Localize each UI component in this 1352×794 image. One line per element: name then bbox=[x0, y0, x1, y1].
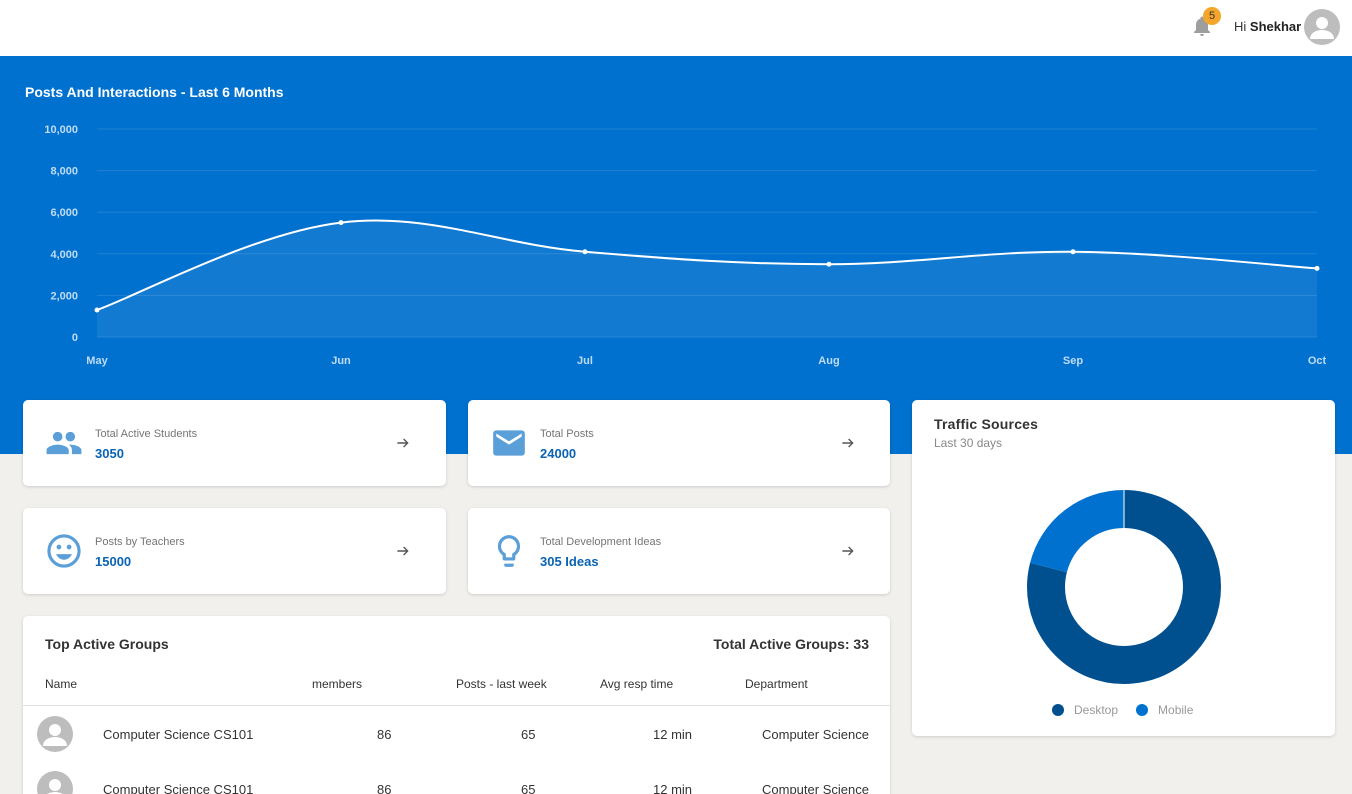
arrow-right-icon[interactable] bbox=[391, 539, 415, 563]
group-avatar bbox=[37, 771, 73, 794]
legend-label: Desktop bbox=[1074, 703, 1119, 717]
smiley-icon bbox=[47, 534, 81, 568]
legend-label: Mobile bbox=[1158, 703, 1194, 717]
groups-total-value: 33 bbox=[853, 636, 869, 652]
group-members: 86 bbox=[377, 782, 392, 794]
data-point bbox=[1314, 265, 1320, 271]
stat-label: Total Posts bbox=[540, 428, 594, 440]
data-point bbox=[1070, 249, 1076, 255]
stat-label: Total Development Ideas bbox=[540, 536, 662, 548]
user-greeting: Hi Shekhar bbox=[1234, 19, 1301, 34]
stat-label: Total Active Students bbox=[95, 428, 198, 440]
x-tick-label: Jul bbox=[577, 355, 593, 367]
traffic-subtitle: Last 30 days bbox=[934, 436, 1003, 450]
legend-swatch-desktop bbox=[1052, 704, 1064, 716]
group-resp-time: 12 min bbox=[653, 727, 693, 742]
top-bar: 5 Hi Shekhar bbox=[0, 0, 1352, 56]
y-tick-label: 4,000 bbox=[50, 249, 78, 261]
user-name: Shekhar bbox=[1249, 19, 1302, 34]
column-header-resp-time[interactable]: Avg resp time bbox=[600, 677, 673, 691]
groups-total-label: Total Active Groups: bbox=[713, 636, 850, 652]
stat-card-development-ideas[interactable]: Total Development Ideas 305 Ideas bbox=[468, 508, 890, 594]
column-header-department[interactable]: Department bbox=[745, 677, 808, 691]
column-header-name[interactable]: Name bbox=[45, 677, 77, 691]
table-divider bbox=[23, 705, 890, 706]
column-header-members[interactable]: members bbox=[312, 677, 362, 691]
group-name: Computer Science CS101 bbox=[103, 782, 254, 794]
traffic-donut-chart bbox=[1027, 490, 1221, 684]
legend-item-desktop[interactable]: Desktop bbox=[1052, 703, 1118, 717]
stat-value: 15000 bbox=[95, 554, 132, 569]
traffic-title: Traffic Sources bbox=[934, 416, 1039, 432]
group-posts: 65 bbox=[521, 782, 536, 794]
x-tick-label: May bbox=[86, 355, 108, 367]
lightbulb-icon bbox=[497, 535, 521, 567]
y-tick-label: 6,000 bbox=[50, 207, 78, 219]
data-point bbox=[582, 249, 588, 255]
group-department: Computer Science bbox=[762, 727, 869, 742]
person-icon bbox=[43, 724, 67, 746]
y-tick-label: 2,000 bbox=[50, 290, 78, 302]
posts-line-chart: 0 2,000 4,000 6,000 8,000 10,000 May Jun Jul Aug S… bbox=[44, 124, 1327, 367]
arrow-right-icon[interactable] bbox=[391, 431, 415, 455]
y-tick-label: 0 bbox=[72, 332, 78, 344]
chart-title: Posts And Interactions - Last 6 Months bbox=[25, 84, 284, 100]
traffic-legend: Desktop Mobile bbox=[1052, 703, 1211, 717]
y-tick-label: 10,000 bbox=[44, 124, 78, 136]
groups-title: Top Active Groups bbox=[45, 636, 169, 652]
groups-total: Total Active Groups: 33 bbox=[713, 636, 869, 652]
x-tick-label: Sep bbox=[1063, 355, 1083, 367]
person-icon bbox=[1310, 17, 1334, 39]
top-groups-card: Top Active Groups Total Active Groups: 3… bbox=[23, 616, 890, 794]
column-header-posts[interactable]: Posts - last week bbox=[456, 677, 547, 691]
notification-badge: 5 bbox=[1203, 7, 1221, 25]
legend-item-mobile[interactable]: Mobile bbox=[1136, 703, 1193, 717]
stat-value: 24000 bbox=[540, 446, 577, 461]
stat-label: Posts by Teachers bbox=[95, 536, 185, 548]
x-tick-label: Oct bbox=[1308, 355, 1327, 367]
legend-swatch-mobile bbox=[1136, 704, 1149, 716]
group-avatar bbox=[37, 716, 73, 752]
stat-value: 305 Ideas bbox=[540, 554, 599, 569]
greeting-prefix: Hi bbox=[1234, 19, 1247, 34]
arrow-right-icon[interactable] bbox=[836, 431, 860, 455]
stat-value: 3050 bbox=[95, 446, 124, 461]
stat-card-total-posts[interactable]: Total Posts 24000 bbox=[468, 400, 890, 486]
mail-icon bbox=[493, 430, 525, 456]
stat-card-active-students[interactable]: Total Active Students 3050 bbox=[23, 400, 446, 486]
user-avatar[interactable] bbox=[1304, 9, 1340, 45]
y-tick-label: 8,000 bbox=[50, 166, 78, 178]
people-icon bbox=[46, 431, 82, 455]
group-name: Computer Science CS101 bbox=[103, 727, 254, 742]
arrow-right-icon[interactable] bbox=[836, 539, 860, 563]
group-posts: 65 bbox=[521, 727, 536, 742]
data-point bbox=[94, 307, 100, 313]
group-department: Computer Science bbox=[762, 782, 869, 794]
stat-card-teacher-posts[interactable]: Posts by Teachers 15000 bbox=[23, 508, 446, 594]
x-tick-label: Aug bbox=[818, 355, 839, 367]
group-members: 86 bbox=[377, 727, 392, 742]
group-resp-time: 12 min bbox=[653, 782, 693, 794]
data-point bbox=[338, 220, 344, 226]
traffic-sources-card: Traffic Sources Last 30 days Desktop Mob… bbox=[912, 400, 1335, 736]
series-area bbox=[97, 220, 1317, 337]
x-tick-label: Jun bbox=[331, 355, 351, 367]
data-point bbox=[826, 261, 832, 267]
person-icon bbox=[47, 779, 63, 794]
